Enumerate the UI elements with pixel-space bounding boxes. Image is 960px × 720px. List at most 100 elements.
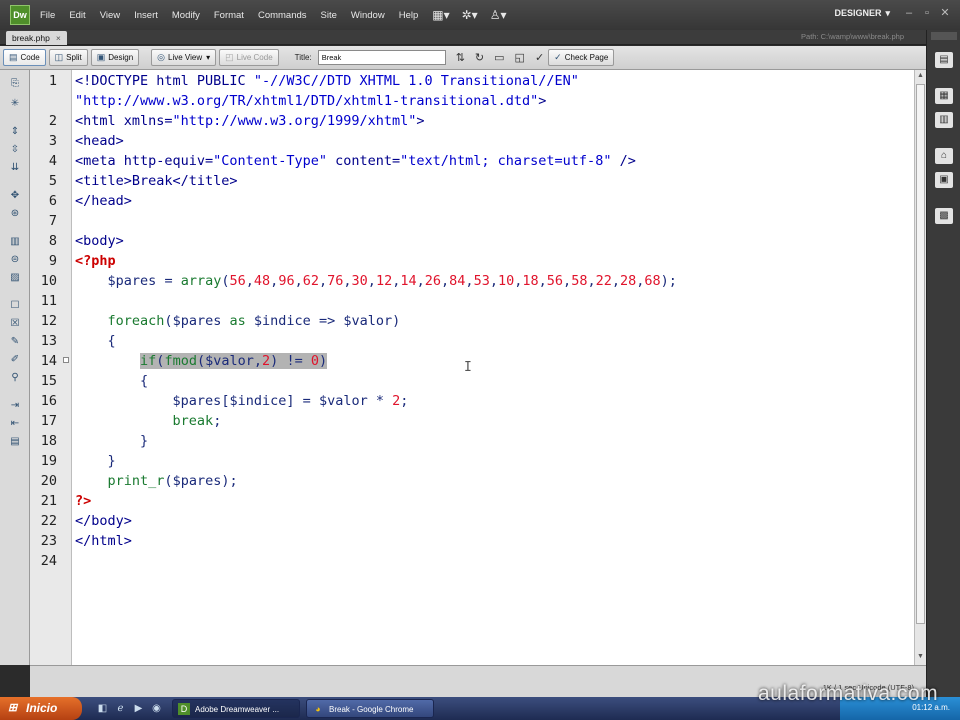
syntax-error-icon[interactable]: ▨	[8, 272, 22, 284]
open-documents-icon[interactable]: ⎘	[8, 78, 22, 90]
balance-braces-icon[interactable]: ⊛	[8, 208, 22, 220]
split-view-button[interactable]: ◫ Split	[48, 49, 88, 66]
indent-code-icon[interactable]: ⇥	[8, 400, 22, 412]
show-code-navigator-icon[interactable]: ✳	[8, 98, 22, 110]
file-management-icon[interactable]: ⇅	[456, 51, 465, 64]
snippets-icon[interactable]: ▩	[935, 208, 953, 224]
code-line[interactable]: <body>	[75, 231, 124, 251]
code-line[interactable]: <title>Break</title>	[75, 171, 238, 191]
files-icon[interactable]: ⌂	[935, 148, 953, 164]
gear-icon[interactable]: ✲▾	[462, 8, 478, 22]
live-view-button[interactable]: ◎ Live View ▾	[151, 49, 217, 66]
taskbar-button-dreamweaver[interactable]: D Adobe Dreamweaver ...	[172, 699, 300, 718]
collapse-selection-icon[interactable]: ⇳	[8, 144, 22, 156]
code-line[interactable]: </head>	[75, 191, 132, 211]
code-line[interactable]: "http://www.w3.org/TR/xhtml1/DTD/xhtml1-…	[75, 91, 546, 111]
show-desktop-icon[interactable]: ◧	[96, 702, 109, 715]
code-line[interactable]: <meta http-equiv="Content-Type" content=…	[75, 151, 636, 171]
code-line[interactable]: {	[75, 371, 148, 391]
code-line[interactable]: break;	[75, 411, 222, 431]
live-code-label: Live Code	[236, 53, 273, 62]
line-number: 18	[40, 433, 57, 449]
start-button[interactable]: ⊞ Inicio	[0, 697, 82, 720]
taskbar-button-label: Break - Google Chrome	[329, 705, 414, 714]
menu-edit[interactable]: Edit	[69, 10, 85, 21]
css-styles-icon[interactable]: ▦	[935, 88, 953, 104]
code-line[interactable]: <html xmlns="http://www.w3.org/1999/xhtm…	[75, 111, 425, 131]
code-view-label: Code	[20, 53, 40, 62]
code-line[interactable]: <head>	[75, 131, 124, 151]
code-line[interactable]: ?>	[75, 491, 91, 511]
code-line[interactable]: <?php	[75, 251, 116, 271]
code-line[interactable]: $pares[$indice] = $valor * 2;	[75, 391, 409, 411]
code-line[interactable]: {	[75, 331, 116, 351]
close-icon[interactable]: ✕	[938, 6, 952, 20]
vertical-scrollbar[interactable]: ▲ ▼	[914, 70, 926, 665]
ap-elements-icon[interactable]: ▥	[935, 112, 953, 128]
move-css-icon[interactable]: ⚲	[8, 372, 22, 384]
visual-aids-icon[interactable]: ◱	[515, 51, 525, 64]
scrollbar-thumb[interactable]	[916, 84, 925, 624]
wrap-tag-icon[interactable]: ✎	[8, 336, 22, 348]
check-page-label: Check Page	[564, 53, 609, 62]
live-code-button[interactable]: ◰ Live Code	[219, 49, 279, 66]
menu-format[interactable]: Format	[214, 10, 244, 21]
code-line[interactable]: print_r($pares);	[75, 471, 238, 491]
code-line[interactable]: }	[75, 451, 116, 471]
check-page-button[interactable]: ✓ Check Page	[548, 49, 615, 66]
menu-site[interactable]: Site	[321, 10, 337, 21]
code-line[interactable]: </html>	[75, 531, 132, 551]
line-number: 7	[48, 213, 57, 229]
menu-insert[interactable]: Insert	[134, 10, 158, 21]
code-editor[interactable]: <!DOCTYPE html PUBLIC "-//W3C//DTD XHTML…	[72, 70, 914, 665]
menu-view[interactable]: View	[100, 10, 120, 21]
format-source-icon[interactable]: ▤	[8, 436, 22, 448]
line-number: 1	[48, 73, 57, 89]
firefox-icon[interactable]: ◉	[150, 702, 163, 715]
code-line[interactable]: foreach($pares as $indice => $valor)	[75, 311, 401, 331]
menu-help[interactable]: Help	[399, 10, 419, 21]
refresh-icon[interactable]: ↻	[475, 51, 484, 64]
code-line[interactable]: }	[75, 431, 148, 451]
internet-explorer-icon[interactable]: ℯ	[114, 702, 127, 715]
panel-collapse-bar[interactable]	[931, 32, 957, 40]
code-line[interactable]: if(fmod($valor,2) != 0)	[75, 351, 328, 371]
menu-file[interactable]: File	[40, 10, 55, 21]
document-tab-label: break.php	[12, 33, 50, 43]
remove-comment-icon[interactable]: ☒	[8, 318, 22, 330]
design-view-button[interactable]: ▣ Design	[90, 49, 140, 66]
scroll-up-icon[interactable]: ▲	[916, 72, 925, 82]
scroll-down-icon[interactable]: ▼	[916, 653, 925, 663]
layout-icon[interactable]: ▦▾	[432, 8, 449, 22]
fold-marker-icon[interactable]	[63, 357, 69, 363]
collapse-tag-icon[interactable]: ⇕	[8, 126, 22, 138]
validate-icon[interactable]: ✓	[535, 51, 544, 64]
expand-all-icon[interactable]: ⇊	[8, 162, 22, 174]
line-numbers-icon[interactable]: ▥	[8, 236, 22, 248]
highlight-invalid-icon[interactable]: ⊜	[8, 254, 22, 266]
text-cursor-icon: I	[464, 360, 472, 375]
apply-comment-icon[interactable]: ☐	[8, 300, 22, 312]
code-line[interactable]: </body>	[75, 511, 132, 531]
menu-modify[interactable]: Modify	[172, 10, 200, 21]
close-tab-icon[interactable]: ×	[56, 33, 61, 43]
media-player-icon[interactable]: ▶	[132, 702, 145, 715]
assets-icon[interactable]: ▣	[935, 172, 953, 188]
insert-panel-icon[interactable]: ▤	[935, 52, 953, 68]
document-tab[interactable]: break.php ×	[6, 31, 67, 45]
code-line[interactable]: $pares = array(56,48,96,62,76,30,12,14,2…	[75, 271, 677, 291]
workspace-switcher[interactable]: DESIGNER ▾	[834, 8, 890, 19]
code-view-button[interactable]: ▤ Code	[3, 49, 46, 66]
recent-snippets-icon[interactable]: ✐	[8, 354, 22, 366]
restore-icon[interactable]: ▫	[920, 6, 934, 20]
title-input[interactable]	[317, 50, 446, 65]
menu-commands[interactable]: Commands	[258, 10, 307, 21]
user-icon[interactable]: ♙▾	[490, 8, 507, 22]
taskbar-button-chrome[interactable]: ◕ Break - Google Chrome	[306, 699, 434, 718]
code-line[interactable]: <!DOCTYPE html PUBLIC "-//W3C//DTD XHTML…	[75, 71, 579, 91]
menu-window[interactable]: Window	[351, 10, 385, 21]
preview-icon[interactable]: ▭	[494, 51, 504, 64]
minimize-icon[interactable]: –	[902, 6, 916, 20]
select-parent-tag-icon[interactable]: ✥	[8, 190, 22, 202]
outdent-code-icon[interactable]: ⇤	[8, 418, 22, 430]
